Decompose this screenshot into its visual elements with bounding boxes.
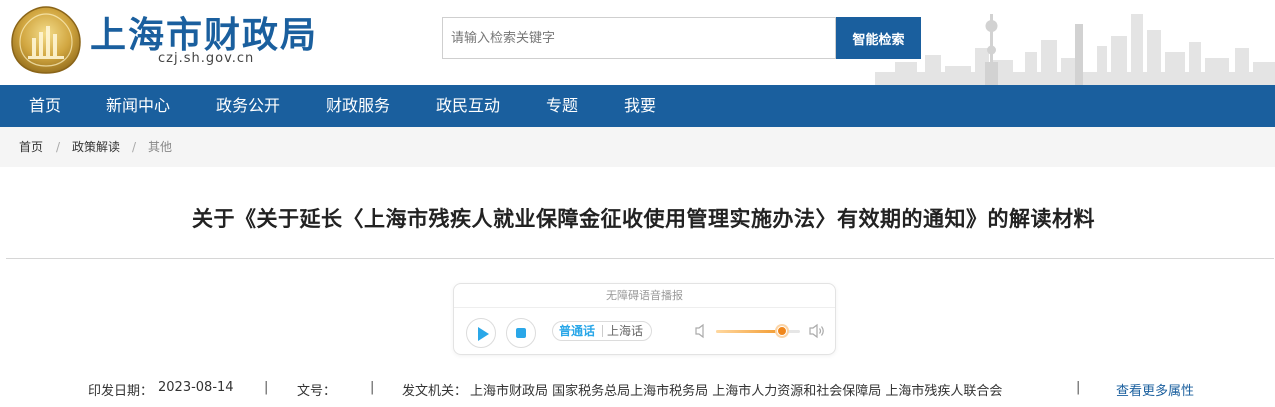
stop-button[interactable] [506, 318, 536, 348]
language-divider [602, 325, 603, 337]
breadcrumb-policy-interpretation[interactable]: 政策解读 [72, 127, 120, 167]
issuer-label: 发文机关： [402, 384, 468, 399]
meta-separator: | [1076, 380, 1081, 395]
nav-item-home[interactable]: 首页 [29, 85, 61, 127]
language-mandarin[interactable]: 普通话 [559, 322, 595, 340]
main-nav: 首页 新闻中心 政务公开 财政服务 政民互动 专题 我要 [0, 85, 1275, 127]
player-label: 无障碍语音播报 [454, 284, 835, 308]
language-shanghainese[interactable]: 上海话 [607, 322, 643, 340]
meta-separator: | [370, 380, 375, 395]
nav-item-finance-services[interactable]: 财政服务 [326, 85, 390, 127]
city-emblem-logo[interactable] [8, 4, 84, 76]
volume-slider[interactable] [716, 326, 800, 336]
site-domain: czj.sh.gov.cn [158, 51, 255, 66]
play-icon [478, 327, 489, 341]
issuer-value: 上海市财政局 国家税务总局上海市税务局 上海市人力资源和社会保障局 上海市残疾人… [470, 384, 1003, 399]
search-button[interactable]: 智能检索 [836, 17, 921, 59]
nav-item-gov-info[interactable]: 政务公开 [216, 85, 280, 127]
breadcrumb: 首页 / 政策解读 / 其他 [0, 127, 1275, 167]
breadcrumb-current: 其他 [148, 140, 173, 154]
volume-low-icon[interactable] [694, 323, 708, 339]
accessibility-audio-player: 无障碍语音播报 普通话 上海话 [453, 283, 836, 355]
nav-item-news[interactable]: 新闻中心 [106, 85, 170, 127]
article-title: 关于《关于延长〈上海市残疾人就业保障金征收使用管理实施办法〉有效期的通知》的解读… [192, 207, 1095, 231]
nav-item-i-want[interactable]: 我要 [624, 85, 656, 127]
search-input[interactable] [442, 17, 836, 59]
play-button[interactable] [466, 318, 496, 348]
skyline-illustration [875, 14, 1275, 85]
article-meta: 印发日期： 2023-08-14 | 文号： | 发文机关： 上海市财政局 国家… [0, 377, 1275, 401]
nav-item-topics[interactable]: 专题 [546, 85, 578, 127]
title-divider [6, 258, 1274, 259]
stop-icon [516, 328, 526, 338]
issue-date-label: 印发日期： [88, 384, 154, 399]
breadcrumb-home[interactable]: 首页 [19, 127, 43, 167]
breadcrumb-separator: / [56, 140, 61, 154]
issue-date-value: 2023-08-14 [158, 380, 234, 395]
doc-number-label: 文号： [297, 384, 337, 399]
volume-handle[interactable] [776, 326, 787, 336]
more-attributes-link[interactable]: 查看更多属性 [1116, 380, 1194, 399]
language-switch: 普通话 上海话 [552, 321, 652, 341]
breadcrumb-separator: / [132, 140, 137, 154]
volume-high-icon[interactable] [808, 323, 826, 339]
site-header: 上海市财政局 czj.sh.gov.cn 智能检索 [0, 0, 1275, 85]
nav-item-interaction[interactable]: 政民互动 [436, 85, 500, 127]
volume-level [716, 330, 782, 333]
meta-separator: | [264, 380, 269, 395]
